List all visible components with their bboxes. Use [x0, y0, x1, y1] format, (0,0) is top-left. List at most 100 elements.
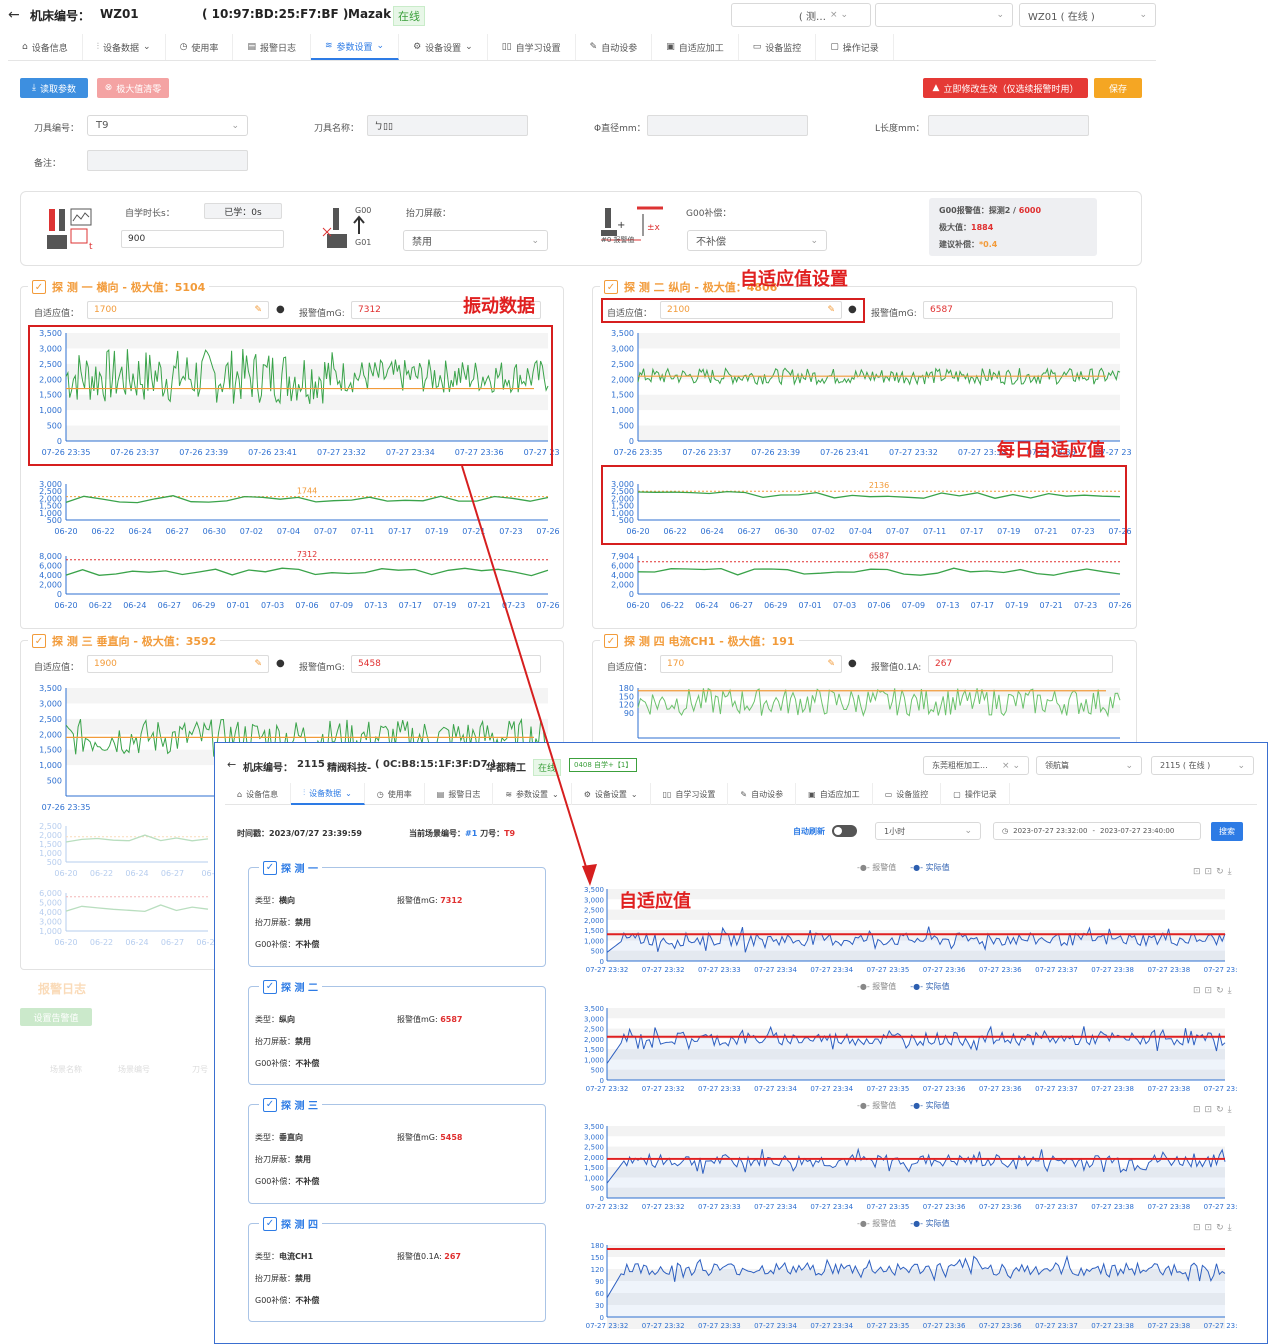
tool-name-input[interactable]: ㄅ▯▯ [367, 115, 528, 136]
grid-band [66, 688, 548, 704]
adapt-value: 170 [667, 659, 685, 669]
save-button[interactable]: 保存 [1094, 78, 1142, 98]
set-alarm-button[interactable]: 设置告警值 [20, 1008, 92, 1026]
checkbox[interactable]: ✓ [263, 860, 277, 875]
alarm-input[interactable]: 267 [928, 655, 1113, 673]
chart-toolbox[interactable]: ⊡⊡↻⤓ [1193, 1223, 1236, 1233]
daily-series-line [65, 567, 549, 577]
tab-auto-param[interactable]: ✎ 自动设参 [576, 34, 653, 60]
alarm-input[interactable]: 5458 [351, 655, 541, 673]
checkbox[interactable]: ✓ [263, 1097, 277, 1112]
edit-icon[interactable]: ✎ [254, 659, 262, 669]
overlay-tab-device-data[interactable]: ⫶ 设备数据 ⌄ [291, 783, 365, 805]
legend-actual[interactable]: -●- 实际值 [910, 1100, 949, 1111]
adapt-input[interactable]: 170 ✎ [660, 655, 842, 673]
diameter-input[interactable] [647, 115, 808, 136]
checkbox[interactable]: ✓ [263, 1216, 277, 1231]
tab-device-info[interactable]: ⌂ 设备信息 [8, 34, 83, 60]
info-icon[interactable]: ● [848, 658, 857, 669]
legend-alarm[interactable]: -●- 报警值 [857, 1218, 896, 1229]
overlay-tab-monitor[interactable]: ▭ 设备监控 [873, 783, 942, 805]
adapt-input[interactable]: 1700 ✎ [87, 301, 269, 319]
legend-actual[interactable]: -●- 实际值 [910, 862, 949, 873]
tab-alarm-log[interactable]: ▤ 报警日志 [233, 34, 311, 60]
tab-self-learning[interactable]: ▯▯ 自学习设置 [488, 34, 576, 60]
auto-refresh-toggle[interactable] [832, 825, 857, 837]
overlay-tab-auto-param[interactable]: ✎ 自动设参 [728, 783, 797, 805]
edit-icon[interactable]: ✎ [254, 305, 262, 315]
overlay-tab-alarm-log[interactable]: ▤ 报警日志 [425, 783, 494, 805]
adapt-input[interactable]: 1900 ✎ [87, 655, 269, 673]
date-range-picker[interactable]: ◷ 2023-07-27 23:32:00-2023-07-27 23:40:00 [993, 822, 1201, 840]
tab-op-log[interactable]: ▢ 操作记录 [816, 34, 894, 60]
overlay-tab-self-learning[interactable]: ▯▯ 自学习设置 [651, 783, 729, 805]
tab-usage[interactable]: ◷ 使用率 [166, 34, 234, 60]
close-icon[interactable]: × ⌄ [830, 10, 848, 20]
y-tick-label: 0 [600, 1314, 604, 1322]
checkbox[interactable]: ✓ [32, 634, 46, 648]
legend-alarm[interactable]: -●- 报警值 [857, 862, 896, 873]
overlay-tab-usage[interactable]: ◷ 使用率 [365, 783, 425, 805]
overlay-tab-param-settings[interactable]: ≋ 参数设置 ⌄ [493, 783, 572, 805]
checkbox[interactable]: ✓ [604, 634, 618, 648]
read-params-button[interactable]: ⤓ 读取参数 [20, 78, 88, 98]
legend-actual[interactable]: -●- 实际值 [910, 981, 949, 992]
overlay-tab-op-log[interactable]: ▢ 操作记录 [941, 783, 1010, 805]
adapt-value: 1900 [94, 659, 117, 669]
chevron-down-icon: ⌄ [552, 789, 559, 799]
length-input[interactable] [928, 115, 1089, 136]
overlay-machine-select[interactable]: 2115 ( 在线 ) ⌄ [1151, 756, 1254, 775]
overlay-tab-device-settings[interactable]: ⚙ 设备设置 ⌄ [572, 783, 651, 805]
learn-time-input[interactable]: 900 [121, 230, 284, 248]
overlay-tab-device-info[interactable]: ⌂ 设备信息 [225, 783, 292, 805]
tool-no-select[interactable]: T9 ⌄ [87, 115, 248, 136]
overlay-group-select[interactable]: 领航篇 ⌄ [1036, 756, 1142, 775]
remark-input[interactable] [87, 150, 248, 171]
chart-toolbox[interactable]: ⊡⊡↻⤓ [1193, 867, 1236, 877]
back-arrow-icon[interactable]: ← [8, 7, 20, 23]
machine-select[interactable]: WZ01 ( 在线 ) ⌄ [1019, 3, 1156, 27]
legend-actual[interactable]: -●- 实际值 [910, 1218, 949, 1229]
x-tick-label: 07-27 23:36 [923, 966, 966, 974]
tab-device-settings[interactable]: ⚙ 设备设置 ⌄ [399, 34, 488, 60]
chart-toolbox[interactable]: ⊡⊡↻⤓ [1193, 1105, 1236, 1115]
info-icon[interactable]: ● [276, 658, 285, 669]
x-tick-label: 07-19 [433, 601, 456, 610]
chart-legend: -●- 报警值 -●- 实际值 [857, 981, 950, 992]
search-button[interactable]: 搜索 [1211, 822, 1243, 841]
alarm-input[interactable]: 6587 [923, 301, 1113, 319]
checkbox[interactable]: ✓ [32, 280, 46, 294]
legend-alarm[interactable]: -●- 报警值 [857, 1100, 896, 1111]
chevron-down-icon: ⌄ [1237, 760, 1245, 771]
checkbox[interactable]: ✓ [604, 280, 618, 294]
overlay-scene-select[interactable]: 东莞粗框加工... × ⌄ [923, 756, 1029, 775]
clear-max-button[interactable]: ⊗ 极大值清零 [97, 78, 169, 98]
close-icon[interactable]: × ⌄ [1002, 761, 1020, 771]
tab-adaptive[interactable]: ▣ 自适应加工 [652, 34, 739, 60]
group-select[interactable]: ⌄ [875, 3, 1013, 27]
chart-toolbox[interactable]: ⊡⊡↻⤓ [1193, 986, 1236, 996]
tab-label: 自动设参 [751, 789, 784, 799]
probe-1-alarm-chart: 8,0006,0004,0002,0000 7312 06-20 06-22 06-24… [39, 550, 560, 610]
x-tick-label: 07-27 23:33 [698, 1203, 741, 1211]
overlay-tab-adaptive[interactable]: ▣ 自适应加工 [796, 783, 873, 805]
edit-icon[interactable]: ✎ [827, 659, 835, 669]
legend-alarm[interactable]: -●- 报警值 [857, 981, 896, 992]
tab-device-data[interactable]: ⫶ 设备数据 ⌄ [83, 34, 166, 60]
tab-param-settings[interactable]: ≋ 参数设置 ⌄ [310, 34, 400, 60]
checkbox[interactable]: ✓ [263, 979, 277, 994]
scene-select[interactable]: ( 测… × ⌄ [731, 3, 871, 27]
overlay-probe-2-title: ✓ 探 测 二 [259, 979, 322, 994]
range-select[interactable]: 1小时 ⌄ [875, 822, 981, 840]
close-circle-icon: ⊗ [104, 83, 113, 93]
y-tick-label: 1,500 [584, 1046, 604, 1054]
tab-monitor[interactable]: ▭ 设备监控 [739, 34, 817, 60]
legend-alarm-label: 报警值 [872, 863, 897, 872]
apply-now-button[interactable]: ▲ 立即修改生效（仅选续报警时用） [923, 78, 1088, 98]
type-label: 类型： [255, 1015, 279, 1024]
x-tick-label: 07-26 23:35 [42, 803, 91, 812]
lift-mask-select[interactable]: 禁用 ⌄ [403, 230, 548, 251]
info-icon[interactable]: ● [276, 304, 285, 315]
g00-comp-select[interactable]: 不补偿 ⌄ [687, 230, 827, 251]
back-arrow-icon[interactable]: ← [227, 758, 236, 771]
